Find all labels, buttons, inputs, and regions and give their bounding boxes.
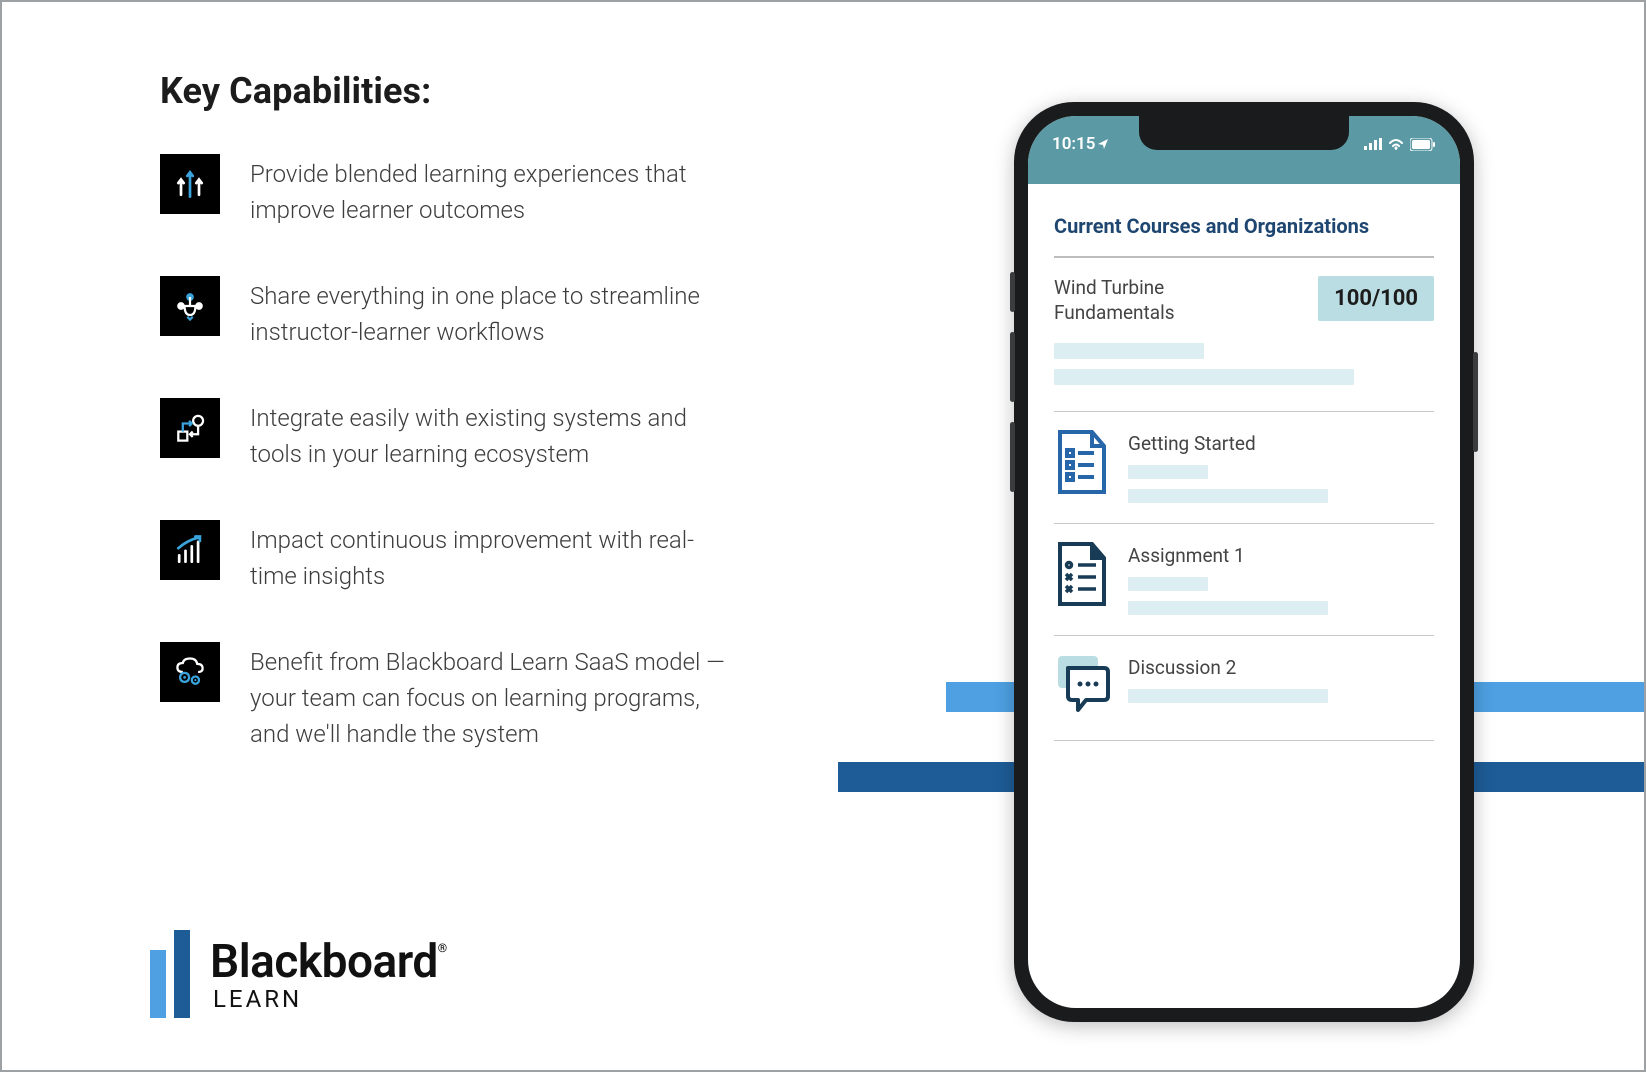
screen-heading: Current Courses and Organizations (1054, 214, 1434, 238)
arrows-up-icon (160, 154, 220, 214)
blackboard-learn-logo: Blackboard® LEARN (150, 930, 447, 1018)
capability-item: Integrate easily with existing systems a… (160, 398, 740, 472)
list-item-title: Assignment 1 (1128, 544, 1434, 567)
screen-body: Current Courses and Organizations Wind T… (1028, 184, 1460, 741)
placeholder-bar (1128, 577, 1208, 591)
phone-side-button (1010, 272, 1015, 312)
location-icon (1097, 138, 1109, 150)
document-list-icon (1054, 430, 1110, 496)
list-item: Assignment 1 (1054, 524, 1434, 635)
slide: Key Capabilities: Provide blended learni… (2, 2, 1644, 1070)
placeholder-bar (1128, 465, 1208, 479)
capability-text: Integrate easily with existing systems a… (250, 398, 740, 472)
placeholder-lines (1054, 343, 1434, 385)
phone-mockup: 10:15 (1014, 102, 1474, 1022)
divider (1054, 256, 1434, 258)
list-item: Getting Started (1054, 412, 1434, 523)
placeholder-bar (1128, 489, 1328, 503)
status-time-text: 10:15 (1052, 134, 1095, 154)
cloud-gears-icon (160, 642, 220, 702)
integrate-shapes-icon (160, 398, 220, 458)
placeholder-bar (1128, 601, 1328, 615)
discussion-icon (1054, 654, 1110, 720)
assignment-icon (1054, 542, 1110, 608)
bar-chart-growth-icon (160, 520, 220, 580)
wifi-icon (1388, 138, 1404, 150)
capabilities-list: Provide blended learning experiences tha… (160, 154, 740, 752)
course-header: Wind Turbine Fundamentals 100/100 (1054, 276, 1434, 325)
phone-side-button (1010, 422, 1015, 492)
list-item: Discussion 2 (1054, 636, 1434, 740)
capability-item: Provide blended learning experiences tha… (160, 154, 740, 228)
list-item-title: Discussion 2 (1128, 656, 1434, 679)
logo-bars-icon (150, 930, 194, 1018)
course-name: Wind Turbine Fundamentals (1054, 276, 1234, 325)
phone-side-button (1473, 352, 1478, 452)
capability-text: Provide blended learning experiences tha… (250, 154, 740, 228)
battery-icon (1410, 138, 1436, 151)
capability-item: Impact continuous improvement with real-… (160, 520, 740, 594)
signal-icon (1364, 138, 1382, 150)
capability-text: Benefit from Blackboard Learn SaaS model… (250, 642, 740, 752)
status-time: 10:15 (1052, 134, 1109, 154)
placeholder-bar (1128, 689, 1328, 703)
logo-brand-text: Blackboard (210, 935, 438, 989)
phone-screen: 10:15 (1028, 116, 1460, 1008)
registered-mark: ® (438, 941, 447, 955)
phone-side-button (1010, 332, 1015, 402)
logo-brand: Blackboard® (210, 935, 447, 989)
placeholder-bar (1054, 369, 1354, 385)
capability-text: Impact continuous improvement with real-… (250, 520, 740, 594)
divider (1054, 740, 1434, 741)
capability-text: Share everything in one place to streaml… (250, 276, 740, 350)
logo-sub: LEARN (213, 985, 447, 1013)
status-icons (1364, 138, 1436, 151)
capability-item: Share everything in one place to streaml… (160, 276, 740, 350)
capability-item: Benefit from Blackboard Learn SaaS model… (160, 642, 740, 752)
placeholder-bar (1054, 343, 1204, 359)
share-network-icon (160, 276, 220, 336)
phone-notch (1139, 116, 1349, 150)
score-badge: 100/100 (1318, 276, 1434, 321)
list-item-title: Getting Started (1128, 432, 1434, 455)
